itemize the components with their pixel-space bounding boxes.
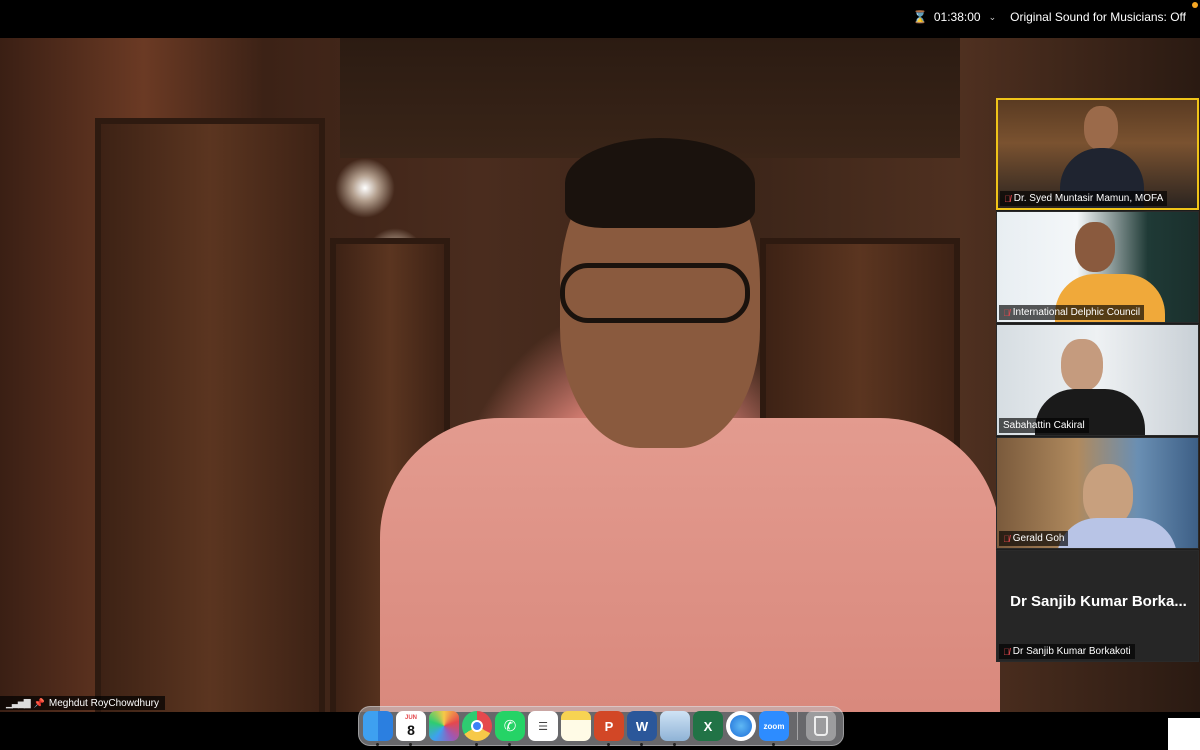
ceiling-light [335, 158, 395, 218]
running-indicator [409, 743, 412, 746]
participant-face [1083, 464, 1133, 526]
speaker-shirt [380, 418, 1000, 712]
participant-tile[interactable]: 🎙̸ International Delphic Council [996, 211, 1199, 323]
participant-face [1061, 339, 1103, 391]
original-sound-status[interactable]: Original Sound for Musicians: Off [1010, 10, 1186, 24]
macos-dock: JUN 8 ✆ ☰ P W X zoom [358, 706, 844, 746]
participant-name-label: 🎙̸ Dr. Syed Muntasir Mamun, MOFA [1000, 191, 1168, 206]
participant-tile[interactable]: 🎙̸ Dr. Syed Muntasir Mamun, MOFA [996, 98, 1199, 210]
participant-tile[interactable]: 🎙̸ Gerald Goh [996, 437, 1199, 549]
hourglass-icon: ⌛ [912, 10, 928, 24]
recording-indicator-dot [1192, 2, 1198, 8]
running-indicator [376, 743, 379, 746]
preview-icon[interactable] [660, 711, 690, 746]
mic-muted-icon: 🎙̸ [1004, 193, 1011, 204]
participant-display-name: Dr Sanjib Kumar Borka... [1010, 593, 1187, 610]
photos-icon[interactable] [429, 711, 459, 741]
mic-muted-icon: 🎙̸ [1003, 646, 1010, 657]
participant-name-label: 🎙̸ Dr Sanjib Kumar Borkakoti [999, 644, 1135, 659]
running-indicator [640, 743, 643, 746]
running-indicator [772, 743, 775, 746]
participant-name-label: 🎙̸ International Delphic Council [999, 305, 1145, 320]
running-indicator [475, 743, 478, 746]
calendar-month: JUN [404, 714, 417, 721]
notes-icon[interactable] [561, 711, 591, 741]
whatsapp-icon[interactable]: ✆ [495, 711, 525, 746]
zoom-icon[interactable]: zoom [759, 711, 789, 746]
chevron-down-icon[interactable]: ⌄ [989, 12, 997, 23]
meeting-timer[interactable]: ⌛ 01:38:00 ⌄ [913, 10, 996, 24]
speaker-name-label: ▁▃▅▇ 📌 Meghdut RoyChowdhury [0, 696, 165, 710]
participant-tile[interactable]: Dr Sanjib Kumar Borka... 🎙̸ Dr Sanjib Ku… [996, 550, 1199, 662]
calendar-icon[interactable]: JUN 8 [396, 711, 426, 746]
speaker-glasses [560, 263, 750, 323]
participant-name-label: Sabahattin Cakiral [999, 418, 1089, 433]
chrome-icon[interactable] [462, 711, 492, 746]
running-indicator [508, 743, 511, 746]
participant-gallery: 🎙̸ Dr. Syed Muntasir Mamun, MOFA 🎙̸ Inte… [996, 98, 1199, 662]
powerpoint-icon[interactable]: P [594, 711, 624, 746]
reminders-icon[interactable]: ☰ [528, 711, 558, 741]
signal-strength-icon[interactable]: ▁▃▅▇ [6, 698, 31, 709]
mic-muted-icon: 🎙̸ [1003, 307, 1010, 318]
wooden-door [95, 118, 325, 712]
speaker-hair [565, 138, 755, 228]
calendar-day: 8 [407, 721, 415, 738]
participant-body [1057, 518, 1177, 548]
pin-icon[interactable]: 📌 [34, 698, 45, 709]
trash-icon[interactable] [806, 711, 836, 741]
finder-icon[interactable] [363, 711, 393, 746]
participant-face [1084, 106, 1118, 150]
word-icon[interactable]: W [627, 711, 657, 746]
top-bar: ⌛ 01:38:00 ⌄ Original Sound for Musician… [0, 0, 1200, 38]
participant-name-label: 🎙̸ Gerald Goh [999, 531, 1069, 546]
participant-face [1075, 222, 1115, 272]
timer-text: 01:38:00 [933, 10, 981, 24]
running-indicator [673, 743, 676, 746]
corner-overlay [1168, 718, 1200, 750]
running-indicator [607, 743, 610, 746]
excel-icon[interactable]: X [693, 711, 723, 741]
dock-divider [797, 712, 798, 740]
participant-tile[interactable]: Sabahattin Cakiral [996, 324, 1199, 436]
mic-muted-icon: 🎙̸ [1003, 533, 1010, 544]
safari-icon[interactable] [726, 711, 756, 741]
